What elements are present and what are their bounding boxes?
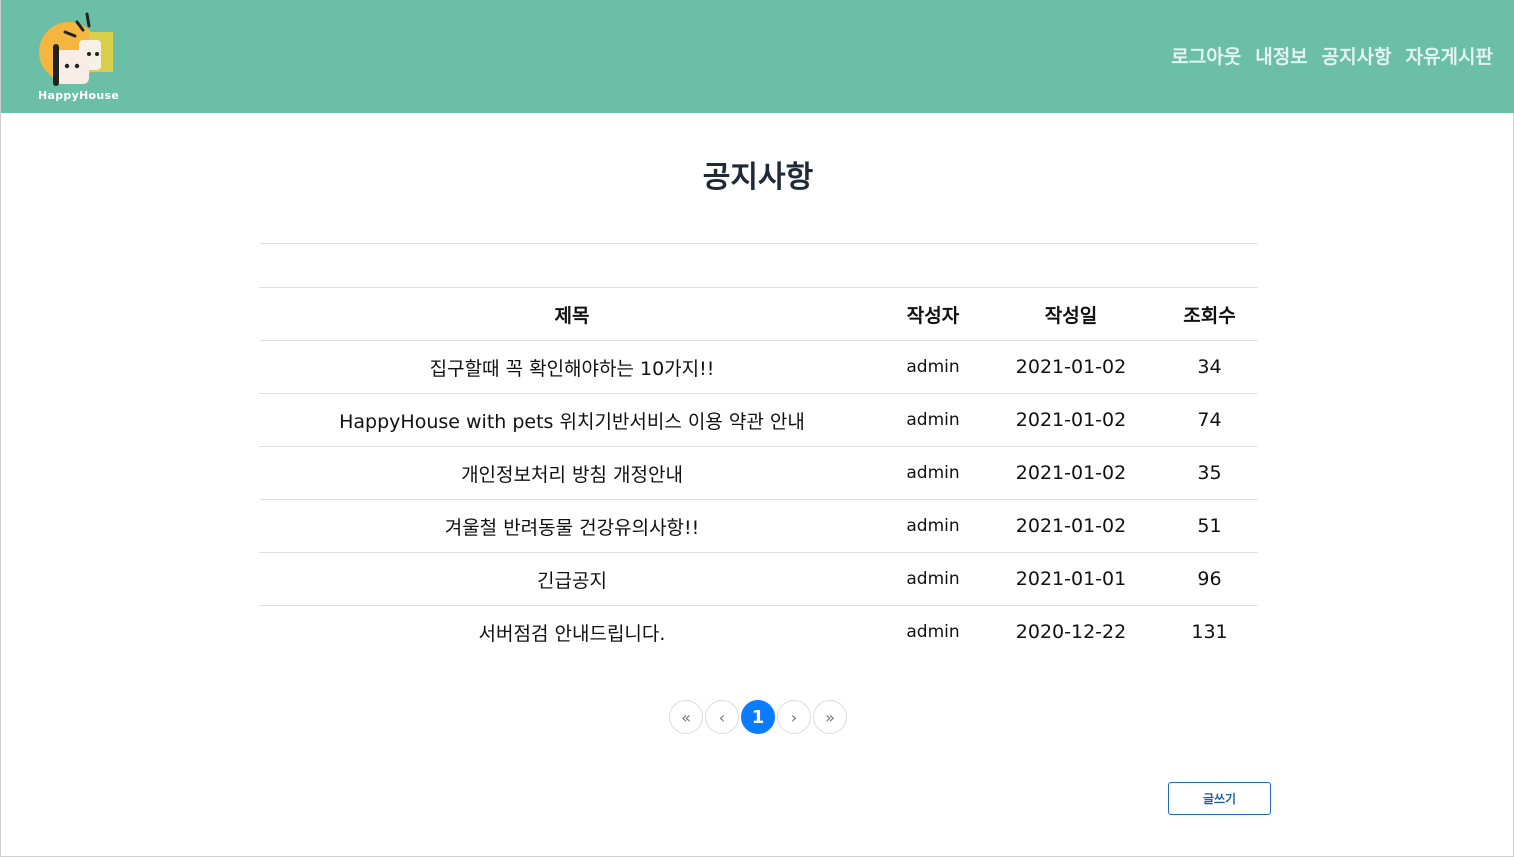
column-header-title: 제목	[259, 287, 885, 341]
logo-graphic-icon	[39, 12, 113, 86]
happyhouse-logo[interactable]: HappyHouse	[31, 10, 123, 105]
notice-title-link[interactable]: 긴급공지	[259, 552, 885, 606]
notice-writer: admin	[885, 446, 981, 500]
page-1-button[interactable]: 1	[741, 700, 775, 734]
notice-views: 74	[1161, 393, 1258, 447]
write-post-button[interactable]: 글쓰기	[1168, 782, 1271, 815]
page-title: 공지사항	[702, 160, 814, 195]
notice-date: 2021-01-02	[981, 499, 1161, 553]
first-page-button[interactable]: «	[669, 700, 703, 734]
notice-views: 35	[1161, 446, 1258, 500]
notice-views: 96	[1161, 552, 1258, 606]
notice-writer: admin	[885, 605, 981, 658]
column-header-date: 작성일	[981, 287, 1161, 341]
table-row[interactable]: 서버점검 안내드립니다. admin 2020-12-22 131	[259, 605, 1258, 658]
table-row[interactable]: 긴급공지 admin 2021-01-01 96	[259, 552, 1258, 606]
notice-writer: admin	[885, 393, 981, 447]
pagination: « ‹ 1 › »	[669, 700, 847, 734]
prev-page-button[interactable]: ‹	[705, 700, 739, 734]
nav-notice[interactable]: 공지사항	[1322, 42, 1392, 69]
notice-title-link[interactable]: 겨울철 반려동물 건강유의사항!!	[259, 499, 885, 553]
table-row[interactable]: 겨울철 반려동물 건강유의사항!! admin 2021-01-02 51	[259, 499, 1258, 553]
last-page-button[interactable]: »	[813, 700, 847, 734]
top-header: HappyHouse 로그아웃 내정보 공지사항 자유게시판	[1, 0, 1514, 113]
notice-title-link[interactable]: 집구할때 꼭 확인해야하는 10가지!!	[259, 340, 885, 394]
table-row[interactable]: 집구할때 꼭 확인해야하는 10가지!! admin 2021-01-02 34	[259, 340, 1258, 394]
table-row[interactable]: HappyHouse with pets 위치기반서비스 이용 약관 안내 ad…	[259, 393, 1258, 447]
notice-date: 2021-01-02	[981, 446, 1161, 500]
notice-title-link[interactable]: HappyHouse with pets 위치기반서비스 이용 약관 안내	[259, 393, 885, 447]
notice-title-link[interactable]: 서버점검 안내드립니다.	[259, 605, 885, 658]
notice-table: 제목 작성자 작성일 조회수 집구할때 꼭 확인해야하는 10가지!! admi…	[259, 287, 1258, 658]
notice-views: 51	[1161, 499, 1258, 553]
column-header-writer: 작성자	[885, 287, 981, 341]
column-header-views: 조회수	[1161, 287, 1258, 341]
next-page-button[interactable]: ›	[777, 700, 811, 734]
nav-free-board[interactable]: 자유게시판	[1406, 42, 1493, 69]
notice-writer: admin	[885, 499, 981, 553]
title-divider	[259, 243, 1258, 244]
table-row[interactable]: 개인정보처리 방침 개정안내 admin 2021-01-02 35	[259, 446, 1258, 500]
nav-my-info[interactable]: 내정보	[1255, 42, 1307, 69]
notice-writer: admin	[885, 552, 981, 606]
notice-writer: admin	[885, 340, 981, 394]
notice-views: 131	[1161, 605, 1258, 658]
notice-title-link[interactable]: 개인정보처리 방침 개정안내	[259, 446, 885, 500]
notice-date: 2020-12-22	[981, 605, 1161, 658]
notice-views: 34	[1161, 340, 1258, 394]
nav-logout[interactable]: 로그아웃	[1171, 42, 1241, 69]
main-nav: 로그아웃 내정보 공지사항 자유게시판	[1171, 42, 1493, 69]
notice-date: 2021-01-02	[981, 340, 1161, 394]
notice-date: 2021-01-01	[981, 552, 1161, 606]
table-header-row: 제목 작성자 작성일 조회수	[259, 287, 1258, 341]
notice-date: 2021-01-02	[981, 393, 1161, 447]
logo-text: HappyHouse	[38, 89, 120, 102]
